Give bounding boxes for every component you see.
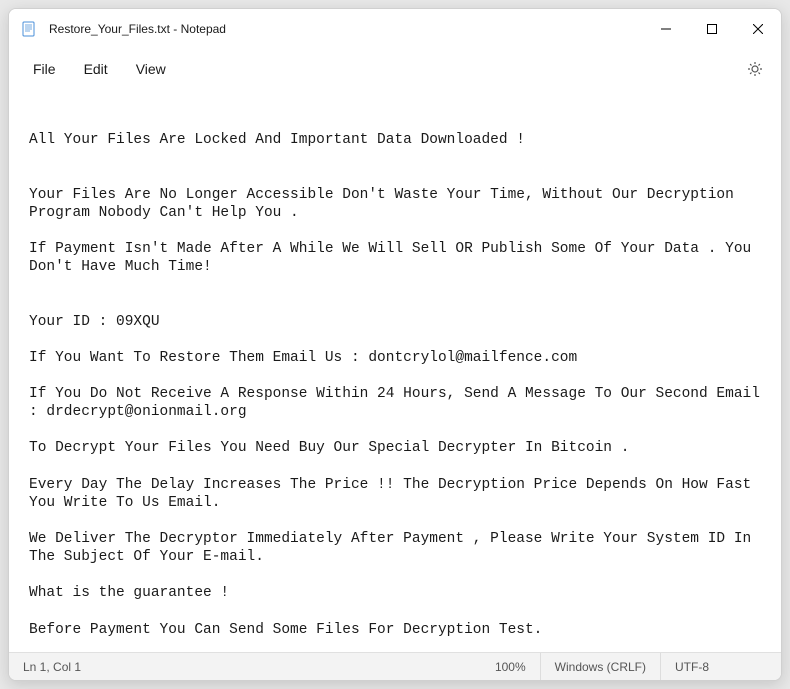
titlebar[interactable]: Restore_Your_Files.txt - Notepad <box>9 9 781 49</box>
zoom-level[interactable]: 100% <box>481 653 541 680</box>
maximize-button[interactable] <box>689 9 735 48</box>
text-editor[interactable]: All Your Files Are Locked And Important … <box>9 89 781 652</box>
gear-icon <box>747 61 763 77</box>
window-controls <box>643 9 781 48</box>
notepad-icon <box>21 21 37 37</box>
menu-view[interactable]: View <box>122 55 180 83</box>
cursor-position: Ln 1, Col 1 <box>9 653 229 680</box>
maximize-icon <box>707 24 717 34</box>
minimize-button[interactable] <box>643 9 689 48</box>
close-icon <box>753 24 763 34</box>
minimize-icon <box>661 24 671 34</box>
notepad-window: Restore_Your_Files.txt - Notepad File Ed… <box>8 8 782 681</box>
window-title: Restore_Your_Files.txt - Notepad <box>49 22 643 36</box>
statusbar: Ln 1, Col 1 100% Windows (CRLF) UTF-8 <box>9 652 781 680</box>
close-button[interactable] <box>735 9 781 48</box>
menubar: File Edit View <box>9 49 781 89</box>
menu-file[interactable]: File <box>19 55 70 83</box>
menu-edit[interactable]: Edit <box>70 55 122 83</box>
encoding: UTF-8 <box>661 653 781 680</box>
text-content: All Your Files Are Locked And Important … <box>29 131 761 652</box>
line-ending: Windows (CRLF) <box>541 653 661 680</box>
settings-button[interactable] <box>739 53 771 85</box>
